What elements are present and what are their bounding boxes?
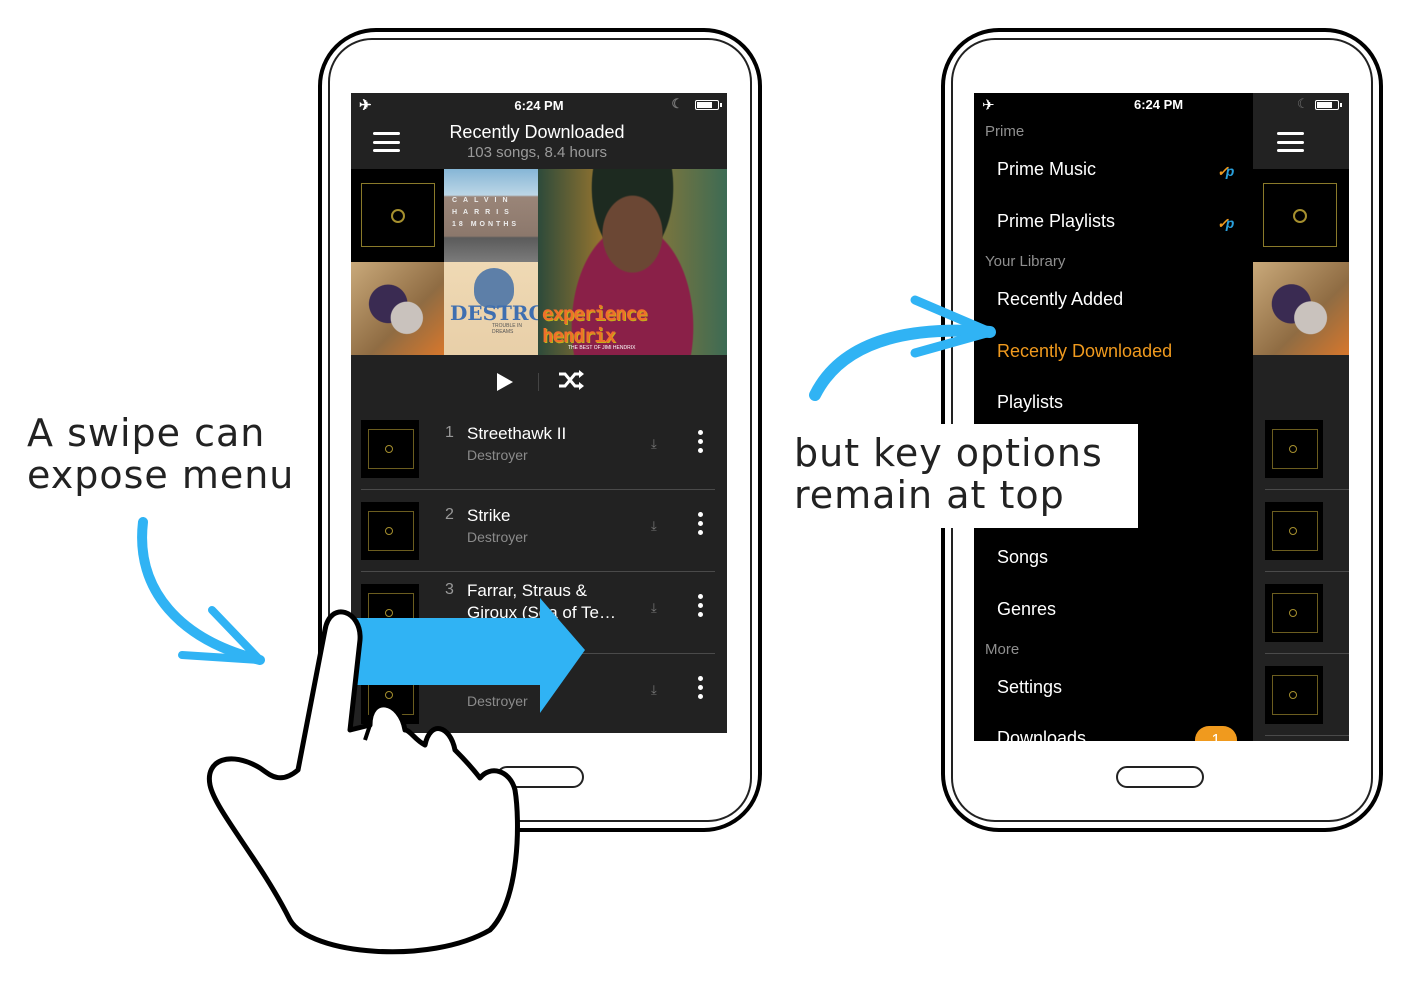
prime-badge-icon: ✓p <box>1217 163 1235 179</box>
menu-item-genres[interactable]: Genres <box>997 599 1056 620</box>
airplane-icon: ✈ <box>359 97 372 114</box>
track-thumbnail <box>361 502 419 560</box>
download-icon[interactable]: ⤓ <box>651 436 657 452</box>
right-home-button[interactable] <box>1116 766 1204 788</box>
curved-arrow-right-icon <box>809 295 996 401</box>
track-number: 1 <box>445 424 454 441</box>
navigation-drawer: ✈ 6:24 PM Prime Prime Music ✓p Prime Pla… <box>974 93 1253 741</box>
section-header-prime: Prime <box>985 123 1025 140</box>
page-subtitle: 103 songs, 8.4 hours <box>466 144 608 161</box>
header: Recently Downloaded 103 songs, 8.4 hours <box>351 117 727 169</box>
right-screen: ☾ ✈ 6:24 PM Prime Prime Music ✓p Prime P… <box>974 93 1349 741</box>
menu-item-prime-music[interactable]: Prime Music <box>997 159 1096 180</box>
track-number: 3 <box>445 581 454 598</box>
right-caption: but key options remain at top <box>794 431 1103 517</box>
status-time: 6:24 PM <box>1134 97 1184 112</box>
track-number: 2 <box>445 506 454 523</box>
menu-item-prime-playlists[interactable]: Prime Playlists <box>997 211 1115 232</box>
track-row-partial <box>1265 572 1349 654</box>
status-bar: ✈ 6:24 PM ☾ <box>351 93 727 117</box>
album-art-18-months[interactable]: CALVIN HARRIS 18 MONTHS <box>444 169 538 262</box>
menu-item-playlists[interactable]: Playlists <box>997 392 1063 413</box>
section-header-your-library: Your Library <box>985 253 1066 270</box>
battery-icon <box>695 100 722 110</box>
album-art-passafire[interactable] <box>351 262 444 355</box>
controls-divider <box>538 373 539 391</box>
moon-icon: ☾ <box>1297 96 1309 111</box>
prime-badge-icon: ✓p <box>1217 215 1235 231</box>
track-row-partial <box>1265 408 1349 490</box>
download-icon[interactable]: ⤓ <box>651 682 657 698</box>
download-icon[interactable]: ⤓ <box>651 518 657 534</box>
section-header-more: More <box>985 641 1020 658</box>
more-options-icon[interactable] <box>698 676 704 699</box>
moon-icon: ☾ <box>671 96 683 111</box>
hamburger-icon[interactable] <box>1277 132 1304 152</box>
more-options-icon[interactable] <box>698 594 704 617</box>
menu-item-recently-added[interactable]: Recently Added <box>997 289 1123 310</box>
track-artist: Destroyer <box>467 447 528 463</box>
menu-item-settings[interactable]: Settings <box>997 677 1062 698</box>
menu-item-songs[interactable]: Songs <box>997 547 1048 568</box>
track-row[interactable]: 2 Strike Destroyer ⤓ <box>361 490 715 572</box>
downloads-count-badge: 1 <box>1195 726 1237 741</box>
page-title: Recently Downloaded <box>449 122 625 142</box>
track-row-partial <box>1265 490 1349 572</box>
track-thumbnail <box>361 420 419 478</box>
more-options-icon[interactable] <box>698 512 704 535</box>
shuffle-icon[interactable] <box>557 367 585 393</box>
left-caption: A swipe can expose menu <box>27 411 295 497</box>
hand-pointer-icon <box>206 609 520 955</box>
download-icon[interactable]: ⤓ <box>651 600 657 616</box>
track-row[interactable]: 1 Streethawk II Destroyer ⤓ <box>361 408 715 490</box>
play-icon[interactable] <box>497 373 513 391</box>
track-title: Streethawk II <box>467 424 567 443</box>
menu-item-downloads[interactable]: Downloads <box>997 728 1086 741</box>
track-title: Strike <box>467 506 511 525</box>
album-art-trouble-in-dreams[interactable]: DESTROYER TROUBLE IN DREAMS <box>444 262 538 355</box>
menu-item-recently-downloaded[interactable]: Recently Downloaded <box>997 341 1172 362</box>
underlying-app[interactable]: ☾ <box>1253 93 1349 741</box>
album-art-streethawk[interactable] <box>351 169 444 262</box>
battery-icon <box>1315 100 1342 110</box>
album-art-streethawk <box>1253 169 1349 262</box>
track-artist: Destroyer <box>467 529 528 545</box>
airplane-icon: ✈ <box>982 97 995 114</box>
album-art-passafire <box>1253 262 1349 355</box>
album-art-experience-hendrix[interactable]: experience hendrix THE BEST OF JIMI HEND… <box>538 169 727 355</box>
more-options-icon[interactable] <box>698 430 704 453</box>
track-row-partial <box>1265 654 1349 736</box>
status-time: 6:24 PM <box>514 97 564 113</box>
